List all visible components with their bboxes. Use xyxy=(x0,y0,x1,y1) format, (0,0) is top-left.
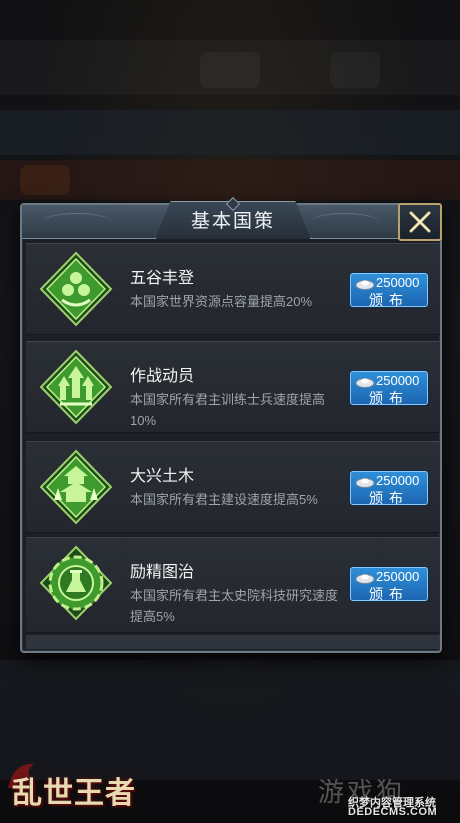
background-button xyxy=(200,52,260,88)
silver-ingot-icon xyxy=(355,280,375,290)
issue-button[interactable]: 250000 颁布 xyxy=(350,273,428,308)
policy-item-mobilization: 作战动员 本国家所有君主训练士兵速度提高10% 250000 颁布 xyxy=(26,341,440,433)
policy-item-construction: 大兴土木 本国家所有君主建设速度提高5% 250000 颁布 xyxy=(26,441,440,533)
issue-button[interactable]: 250000 颁布 xyxy=(350,371,428,406)
policy-item-harvest: 五谷丰登 本国家世界资源点容量提高20% 250000 颁布 xyxy=(26,243,440,335)
cost-value: 250000 xyxy=(376,275,420,290)
dialog-footer xyxy=(26,635,440,649)
issue-button[interactable]: 250000 颁布 xyxy=(350,471,428,506)
game-logo-text: 乱世王者 xyxy=(12,776,136,811)
policy-description: 本国家所有君主建设速度提高5% xyxy=(130,492,318,507)
policy-description: 本国家世界资源点容量提高20% xyxy=(130,294,313,309)
background-emblem xyxy=(20,165,70,195)
cost-value: 250000 xyxy=(376,473,420,488)
watermark-url: DEDECMS.COM xyxy=(348,806,438,818)
policy-name: 作战动员 xyxy=(130,368,195,385)
policy-name: 励精图治 xyxy=(130,564,195,581)
policy-item-research: 励精图治 本国家所有君主太史院科技研究速度提高5% 250000 颁布 xyxy=(26,537,440,633)
national-policy-dialog: 基本国策 五谷丰登 本国家世界资源点容量提高20% 250000 颁布 作战动员… xyxy=(20,196,442,653)
construction-icon xyxy=(38,448,114,526)
harvest-icon xyxy=(38,250,114,328)
watermark: 游戏狗 织梦内容管理系统 DEDECMS.COM xyxy=(316,772,460,820)
background-button xyxy=(330,52,380,88)
background-tab-bar xyxy=(0,110,460,155)
cost-value: 250000 xyxy=(376,373,420,388)
issue-label: 颁布 xyxy=(369,586,409,602)
silver-ingot-icon xyxy=(355,478,375,488)
research-icon xyxy=(38,544,114,622)
game-logo: 乱世王者 xyxy=(4,758,144,818)
policy-description: 本国家所有君主训练士兵速度提高10% xyxy=(130,392,326,428)
silver-ingot-icon xyxy=(355,378,375,388)
close-icon xyxy=(409,211,431,233)
issue-button[interactable]: 250000 颁布 xyxy=(350,567,428,602)
mobilization-icon xyxy=(38,348,114,426)
issue-label: 颁布 xyxy=(369,390,409,406)
cost-value: 250000 xyxy=(376,569,420,584)
close-button[interactable] xyxy=(398,203,442,241)
policy-name: 五谷丰登 xyxy=(130,270,195,287)
silver-ingot-icon xyxy=(355,574,375,584)
issue-label: 颁布 xyxy=(369,292,409,308)
dialog-title: 基本国策 xyxy=(190,211,275,232)
policy-name: 大兴土木 xyxy=(130,468,195,485)
issue-label: 颁布 xyxy=(369,490,409,506)
policy-description: 本国家所有君主太史院科技研究速度提高5% xyxy=(130,588,339,624)
